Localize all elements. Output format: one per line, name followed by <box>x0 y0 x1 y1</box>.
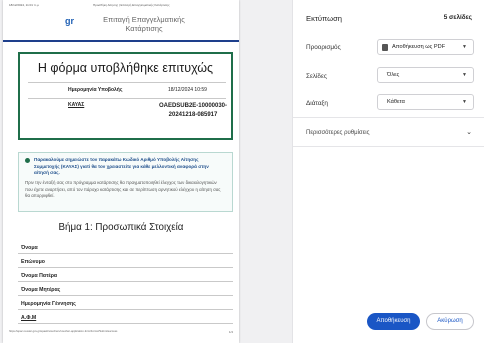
field-afm: Α.Φ.Μ <box>18 311 233 324</box>
field-father-name: Όνομα Πατέρα <box>18 269 233 282</box>
field-label: Α.Φ.Μ <box>21 315 37 321</box>
chevron-down-icon: ▼ <box>462 99 467 105</box>
more-settings-toggle[interactable]: Περισσότερες ρυθμίσεις <box>306 130 370 136</box>
chevron-down-icon: ▼ <box>462 44 467 50</box>
field-first-name: Όνομα <box>18 241 233 254</box>
divider <box>28 98 226 99</box>
info-box: Παρακαλούμε σημειώστε τον παρακάτω Κωδικ… <box>18 152 233 212</box>
header-rule <box>3 40 239 42</box>
gov-logo: gr <box>65 16 74 26</box>
field-last-name: Επώνυμο <box>18 255 233 268</box>
field-label: Όνομα Μητέρας <box>21 287 61 293</box>
info-icon <box>25 158 30 163</box>
print-header-title: Προσθήκη Αίτησης | Επιταγή Επαγγελματική… <box>93 3 170 7</box>
chevron-down-icon: ▼ <box>462 72 467 78</box>
destination-select[interactable]: Αποθήκευση ως PDF ▼ <box>377 39 474 55</box>
preview-page: 18/12/2024, 11:01 π.μ. Προσθήκη Αίτησης … <box>3 0 239 343</box>
destination-label: Προορισμός <box>306 44 341 51</box>
print-footer-page: 1/4 <box>228 330 233 334</box>
layout-select[interactable]: Κάθετα ▼ <box>377 94 474 110</box>
divider <box>293 146 484 147</box>
chevron-down-icon[interactable]: ⌄ <box>466 128 472 136</box>
kayas-label: ΚΑΥΑΣ <box>68 102 85 108</box>
divider <box>28 82 226 83</box>
page-count: 5 σελίδες <box>443 14 472 21</box>
field-label: Όνομα <box>21 245 38 251</box>
print-footer-url: https://epac.reuster.gov.gr/epaeb/vouche… <box>9 330 118 333</box>
save-button[interactable]: Αποθήκευση <box>367 313 420 330</box>
field-birth-date: Ημερομηνία Γέννησης <box>18 297 233 310</box>
print-settings-panel: Εκτύπωση 5 σελίδες Προορισμός Αποθήκευση… <box>292 0 484 343</box>
success-box: Η φόρμα υποβλήθηκε επιτυχώς Ημερομηνία Υ… <box>18 52 233 140</box>
pages-value: Όλες <box>387 72 400 78</box>
field-mother-name: Όνομα Μητέρας <box>18 283 233 296</box>
layout-label: Διάταξη <box>306 100 328 107</box>
destination-value: Αποθήκευση ως PDF <box>392 44 446 50</box>
print-preview-area: 18/12/2024, 11:01 π.μ. Προσθήκη Αίτησης … <box>0 0 292 343</box>
pages-label: Σελίδες <box>306 73 327 80</box>
pdf-file-icon <box>382 44 388 51</box>
print-header-date: 18/12/2024, 11:01 π.μ. <box>9 3 40 7</box>
panel-title: Εκτύπωση <box>306 14 342 23</box>
field-label: Όνομα Πατέρα <box>21 273 58 279</box>
kayas-value: OAEDSUB2E-10000030-20241218-085917 <box>158 103 228 118</box>
info-text: Πριν την ένταξή σας στο πρόγραμμα κατάρτ… <box>25 180 221 199</box>
divider <box>293 117 484 118</box>
layout-value: Κάθετα <box>387 99 405 105</box>
submission-date-label: Ημερομηνία Υποβολής <box>68 87 123 93</box>
step-title: Βήμα 1: Προσωπικά Στοιχεία <box>58 222 184 233</box>
submission-date-value: 18/12/2024 10:59 <box>168 87 207 93</box>
pages-select[interactable]: Όλες ▼ <box>377 67 474 83</box>
field-label: Επώνυμο <box>21 259 45 265</box>
info-bold-text: Παρακαλούμε σημειώστε τον παρακάτω Κωδικ… <box>34 157 209 175</box>
field-label: Ημερομηνία Γέννησης <box>21 301 76 307</box>
cancel-button[interactable]: Ακύρωση <box>426 313 474 330</box>
org-name: Επιταγή Επαγγελματικής Κατάρτισης <box>103 15 185 33</box>
success-title: Η φόρμα υποβλήθηκε επιτυχώς <box>37 61 214 75</box>
